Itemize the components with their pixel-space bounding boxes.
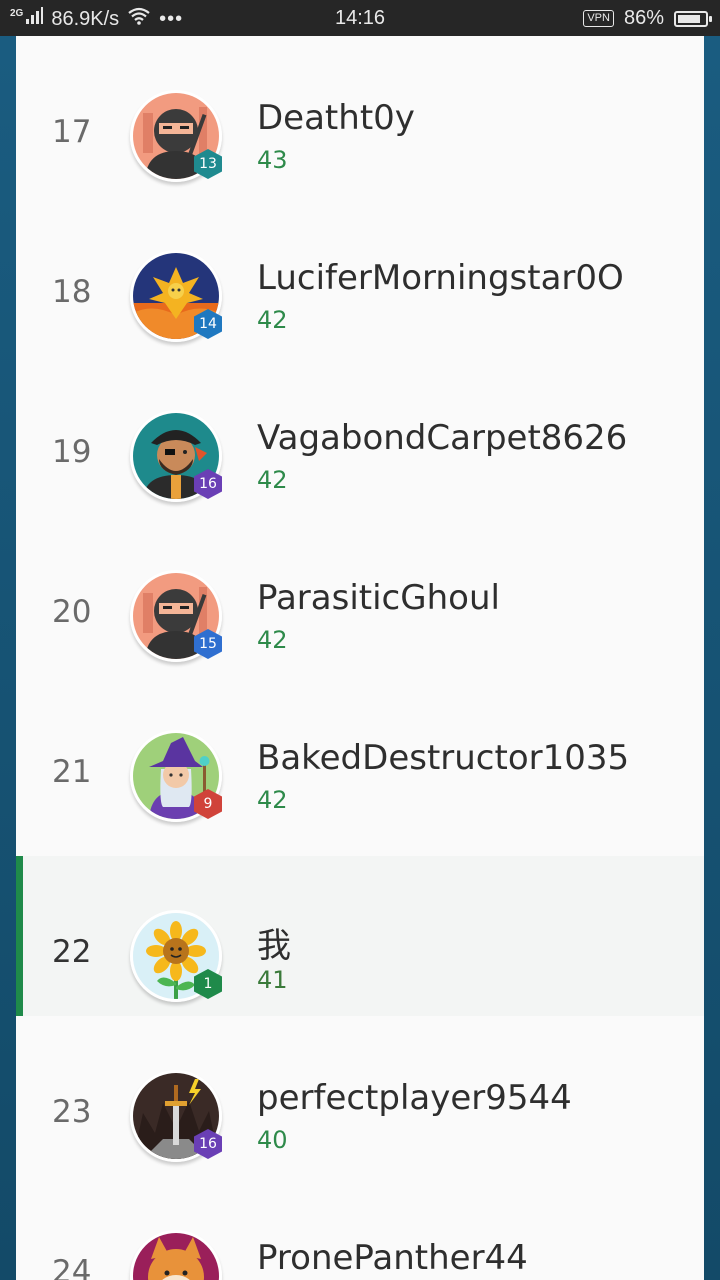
level-badge: 14: [193, 308, 223, 340]
player-score: 42: [257, 466, 288, 494]
player-name: ParasiticGhoul: [257, 578, 500, 618]
avatar[interactable]: [130, 1230, 222, 1280]
rank-number: 24: [52, 1254, 92, 1280]
player-score: 43: [257, 146, 288, 174]
level-badge: 9: [193, 788, 223, 820]
leaderboard-row[interactable]: 17 13 Deatht0y 43: [16, 36, 704, 196]
avatar[interactable]: 13: [130, 90, 222, 182]
rank-number: 18: [52, 274, 92, 310]
player-name: 我: [257, 926, 291, 966]
leaderboard-row[interactable]: 20 15 ParasiticGhoul 42: [16, 516, 704, 676]
rank-number: 23: [52, 1094, 92, 1130]
player-name: perfectplayer9544: [257, 1078, 572, 1118]
avatar[interactable]: 16: [130, 1070, 222, 1162]
leaderboard-row[interactable]: 24 PronePanther44 39: [16, 1176, 704, 1280]
player-name: VagabondCarpet8626: [257, 418, 628, 458]
dog-avatar-icon: [130, 1230, 222, 1280]
player-score: 42: [257, 626, 288, 654]
background-left: [0, 36, 16, 1280]
player-score: 42: [257, 306, 288, 334]
level-badge: 1: [193, 968, 223, 1000]
rank-number: 22: [52, 934, 92, 970]
leaderboard-row[interactable]: 19 16 VagabondCarpet8626 42: [16, 356, 704, 516]
leaderboard-row[interactable]: 18 14 LuciferMorningstar0O 42: [16, 196, 704, 356]
leaderboard-panel[interactable]: 17 13 Deatht0y 43 18 14 LuciferMorningst…: [16, 36, 704, 1280]
level-badge: 15: [193, 628, 223, 660]
rank-number: 17: [52, 114, 92, 150]
level-number: 9: [203, 796, 213, 812]
level-number: 13: [199, 156, 217, 172]
level-number: 15: [199, 636, 217, 652]
battery-percent: 86%: [623, 7, 664, 29]
player-score: 42: [257, 786, 288, 814]
vpn-badge: VPN: [583, 10, 614, 27]
background-right: [704, 36, 720, 1280]
status-right: VPN 86%: [583, 7, 712, 30]
player-name: Deatht0y: [257, 98, 415, 138]
rank-number: 19: [52, 434, 92, 470]
battery-level-fill: [678, 14, 701, 23]
avatar[interactable]: 15: [130, 570, 222, 662]
level-badge: 13: [193, 148, 223, 180]
player-score: 40: [257, 1126, 288, 1154]
level-number: 14: [199, 316, 217, 332]
level-number: 1: [203, 976, 213, 992]
rank-number: 21: [52, 754, 92, 790]
level-badge: 16: [193, 1128, 223, 1160]
level-number: 16: [199, 476, 217, 492]
leaderboard-row-current-user[interactable]: 22 1 我 41: [16, 856, 704, 1016]
battery-icon: [674, 10, 712, 27]
avatar[interactable]: 16: [130, 410, 222, 502]
player-name: LuciferMorningstar0O: [257, 258, 624, 298]
avatar[interactable]: 9: [130, 730, 222, 822]
avatar[interactable]: 14: [130, 250, 222, 342]
status-bar: 2G 86.9K/s ••• 14:16 VPN 86%: [0, 0, 720, 36]
player-score: 41: [257, 966, 288, 994]
player-name: BakedDestructor1035: [257, 738, 630, 778]
leaderboard-row[interactable]: 21 9 BakedDestructor1035 42: [16, 676, 704, 836]
leaderboard-row[interactable]: 23 16 perfectplayer9544 40: [16, 1016, 704, 1176]
level-badge: 16: [193, 468, 223, 500]
rank-number: 20: [52, 594, 92, 630]
level-number: 16: [199, 1136, 217, 1152]
avatar[interactable]: 1: [130, 910, 222, 1002]
player-name: PronePanther44: [257, 1238, 528, 1278]
